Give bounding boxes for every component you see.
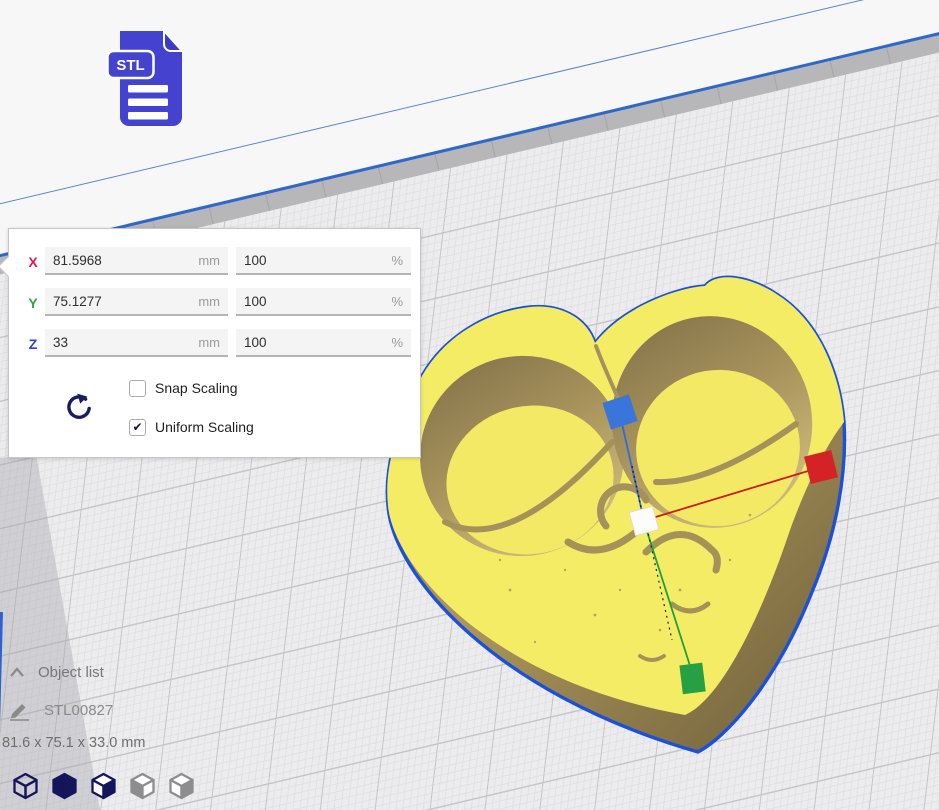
scale-x-mm-input[interactable]: [45, 247, 228, 273]
scale-y-percent-input[interactable]: [236, 288, 411, 314]
scale-tool-panel: X mm % Y mm % Z mm %: [8, 228, 421, 458]
uniform-scaling-label: Uniform Scaling: [155, 419, 254, 435]
snap-scaling-label: Snap Scaling: [155, 380, 238, 396]
scale-z-mm-field: mm: [45, 329, 228, 357]
object-list-item[interactable]: STL00827: [44, 702, 113, 719]
scale-row-x: X mm %: [9, 247, 420, 277]
camera-view-toolbar: [12, 772, 195, 800]
axis-z-label: Z: [25, 336, 41, 352]
model-heart[interactable]: [360, 260, 860, 770]
scale-handle-y[interactable]: [679, 663, 705, 695]
object-list-header[interactable]: Object list: [38, 664, 104, 681]
chevron-up-icon: [11, 669, 23, 676]
scale-z-percent-input[interactable]: [236, 329, 411, 355]
scale-x-mm-field: mm: [45, 247, 228, 275]
view-left-icon[interactable]: [129, 772, 156, 800]
model-dimensions-label: 81.6 x 75.1 x 33.0 mm: [2, 735, 145, 751]
scale-y-percent-field: %: [236, 288, 411, 316]
stl-badge-label: STL: [116, 57, 144, 74]
view-front-icon[interactable]: [51, 772, 78, 800]
view-3d-icon[interactable]: [12, 772, 39, 800]
snap-scaling-row: Snap Scaling: [129, 378, 238, 398]
view-top-icon[interactable]: [90, 772, 117, 800]
view-right-icon[interactable]: [168, 772, 195, 800]
reset-scale-button[interactable]: [63, 392, 95, 424]
scale-y-mm-input[interactable]: [45, 288, 228, 314]
stl-file-icon: STL: [106, 29, 190, 127]
scale-z-percent-field: %: [236, 329, 411, 357]
scale-z-mm-input[interactable]: [45, 329, 228, 355]
scale-row-y: Y mm %: [9, 288, 420, 318]
snap-scaling-checkbox[interactable]: [129, 380, 146, 397]
axis-x-label: X: [25, 254, 41, 270]
object-list-collapse-button[interactable]: [8, 666, 26, 678]
scale-row-z: Z mm %: [9, 329, 420, 359]
axis-y-label: Y: [25, 295, 41, 311]
scale-x-percent-input[interactable]: [236, 247, 411, 273]
edit-icon: [8, 701, 32, 721]
uniform-scaling-checkbox[interactable]: ✔: [129, 419, 146, 436]
scale-x-percent-field: %: [236, 247, 411, 275]
uniform-scaling-row: ✔ Uniform Scaling: [129, 417, 254, 437]
scale-y-mm-field: mm: [45, 288, 228, 316]
reset-icon: [69, 397, 89, 417]
